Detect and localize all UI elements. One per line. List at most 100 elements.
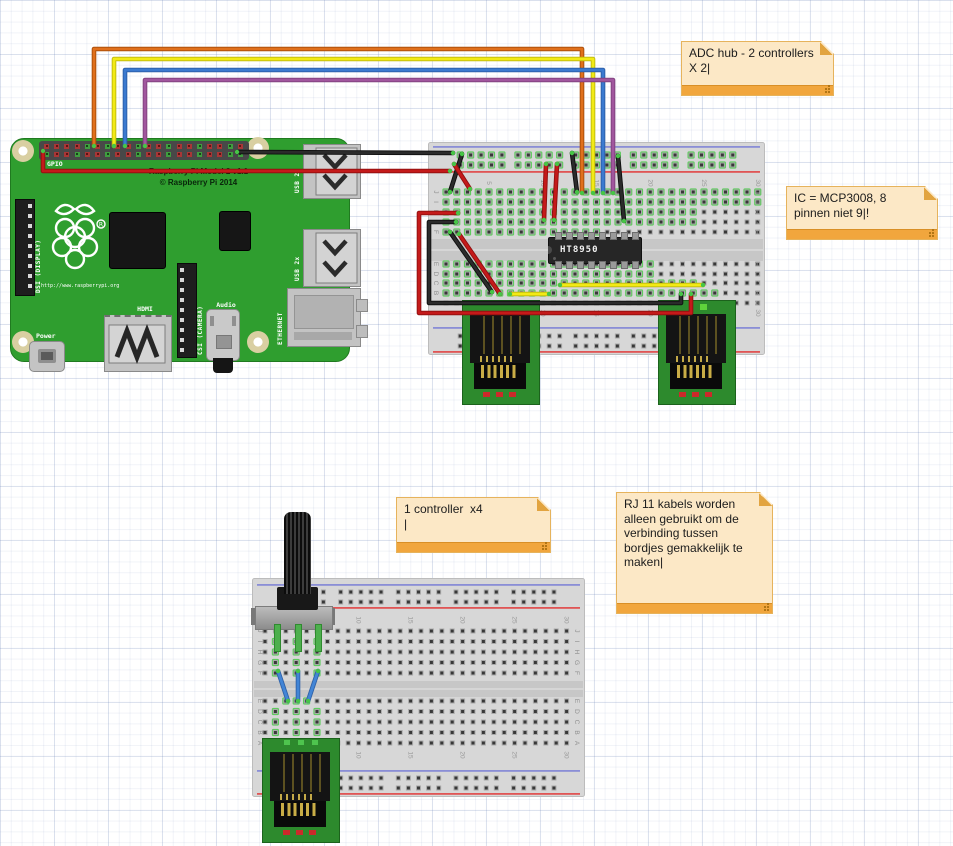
note-text-line: 1 controller x4 (404, 502, 543, 517)
gpio-pin[interactable] (75, 152, 80, 157)
gpio-pin[interactable] (85, 152, 90, 157)
rj11-solder-pad (692, 392, 699, 397)
potentiometer[interactable] (250, 510, 340, 655)
breadboard-row-letter: C (256, 720, 263, 725)
rj11-top-pin (312, 740, 318, 745)
rj11-module[interactable] (462, 300, 540, 405)
sticky-note[interactable]: IC = MCP3008, 8pinnen niet 9|! (786, 186, 938, 240)
ic-chip[interactable]: HT8950 (548, 237, 642, 264)
rj11-top-pin (298, 740, 304, 745)
note-text-line: | (404, 517, 543, 532)
note-resize-bar[interactable] (617, 603, 772, 613)
gpio-pin[interactable] (54, 152, 59, 157)
breadboard-row-letter: G (256, 660, 263, 665)
gpio-pin[interactable] (126, 144, 131, 149)
ic-leg (566, 261, 573, 269)
gpio-pin[interactable] (166, 152, 171, 157)
gpio-pin[interactable] (136, 152, 141, 157)
gpio-pin[interactable] (207, 144, 212, 149)
breadboard-row-letter: F (256, 671, 263, 675)
gpio-pin[interactable] (105, 152, 110, 157)
gpio-pin[interactable] (44, 152, 49, 157)
note-body: 1 controller x4| (397, 498, 550, 543)
gpio-pin[interactable] (95, 144, 100, 149)
note-resize-grip[interactable] (828, 91, 830, 93)
hdmi-connector (104, 315, 172, 372)
gpio-pin[interactable] (115, 144, 120, 149)
breadboard-row-letter: I (753, 201, 760, 203)
note-resize-bar[interactable] (787, 229, 937, 239)
breadboard-row-letter: D (753, 272, 760, 277)
gpio-pin[interactable] (126, 152, 131, 157)
rj11-top-pin (284, 740, 290, 745)
gpio-pin[interactable] (54, 144, 59, 149)
gpio-pin[interactable] (64, 152, 69, 157)
note-resize-grip[interactable] (545, 548, 547, 550)
mounting-hole (247, 331, 269, 353)
breadboard-row-letter: B (256, 730, 263, 734)
gpio-pin[interactable] (187, 152, 192, 157)
gpio-pin[interactable] (177, 144, 182, 149)
sticky-note[interactable]: ADC hub - 2 controllersX 2| (681, 41, 834, 96)
gpio-header[interactable] (39, 141, 249, 160)
rj11-solder-pad (679, 392, 686, 397)
gpio-pin[interactable] (64, 144, 69, 149)
gpio-pin[interactable] (238, 152, 243, 157)
note-resize-grip[interactable] (932, 235, 934, 237)
gpio-pin[interactable] (207, 152, 212, 157)
gpio-pin[interactable] (217, 144, 222, 149)
raspberry-pi-board[interactable]: GPIO Raspberry Pi Model 2 v1.1 © Raspber… (10, 138, 350, 362)
rj11-module[interactable] (658, 300, 736, 405)
breadboard-row-letter: C (753, 281, 760, 286)
gpio-pin[interactable] (136, 144, 141, 149)
sticky-note[interactable]: 1 controller x4| (396, 497, 551, 553)
rj11-solder-pad (483, 392, 490, 397)
pot-leg (315, 624, 322, 652)
breadboard-row-letter: J (573, 629, 580, 632)
gpio-pin[interactable] (105, 144, 110, 149)
gpio-pin[interactable] (187, 144, 192, 149)
breadboard-row-letter: A (753, 301, 760, 306)
gpio-pin[interactable] (85, 144, 90, 149)
gpio-pin[interactable] (197, 152, 202, 157)
board-copyright: © Raspberry Pi 2014 (111, 178, 286, 187)
ic-leg (577, 232, 584, 240)
ic-leg (610, 261, 617, 269)
ic-leg (566, 232, 573, 240)
breadboard-column-number: 20 (646, 179, 653, 187)
breadboard-row-letter: B (573, 730, 580, 734)
gpio-pin[interactable] (146, 144, 151, 149)
note-resize-grip[interactable] (767, 609, 769, 611)
breadboard-row-letter: B (753, 291, 760, 295)
gpio-pin[interactable] (146, 152, 151, 157)
gpio-pin[interactable] (75, 144, 80, 149)
rj11-solder-pad (496, 392, 503, 397)
rj11-module[interactable] (262, 738, 340, 843)
rj11-opening (670, 363, 722, 389)
sticky-note[interactable]: RJ 11 kabels wordenalleen gebruikt om de… (616, 492, 773, 614)
gpio-pin[interactable] (166, 144, 171, 149)
breadboard-row-letter: I (573, 641, 580, 643)
breadboard-column-number: 20 (646, 309, 653, 317)
gpio-pin[interactable] (238, 144, 243, 149)
gpio-pin[interactable] (177, 152, 182, 157)
gpio-pin[interactable] (156, 152, 161, 157)
note-resize-bar[interactable] (682, 85, 833, 95)
gpio-pin[interactable] (228, 152, 233, 157)
breadboard-row-letter: E (753, 262, 760, 267)
note-resize-bar[interactable] (397, 542, 550, 552)
gpio-pin[interactable] (95, 152, 100, 157)
gpio-pin[interactable] (44, 144, 49, 149)
gpio-pin[interactable] (228, 144, 233, 149)
breadboard-row-letter: H (432, 210, 439, 215)
gpio-pin[interactable] (217, 152, 222, 157)
pot-leg (295, 624, 302, 652)
ic-pin1-dot (553, 257, 556, 260)
breadboard-column-number: 10 (355, 751, 362, 759)
usb-top-label: USB 2x (294, 151, 301, 193)
breadboard-column-number: 25 (511, 751, 518, 759)
gpio-pin[interactable] (115, 152, 120, 157)
rj11-solder-pad (296, 830, 303, 835)
gpio-pin[interactable] (197, 144, 202, 149)
gpio-pin[interactable] (156, 144, 161, 149)
